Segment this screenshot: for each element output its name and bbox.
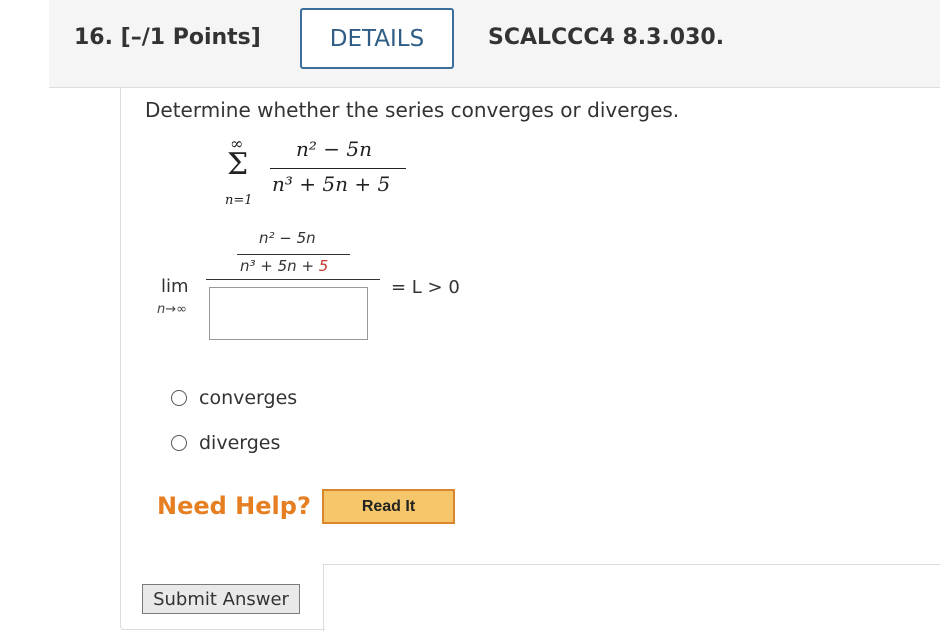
- question-number: 16. [–/1 Points]: [74, 25, 261, 50]
- points-label: [–/1 Points]: [120, 25, 261, 50]
- limit-main-fraction-bar: [206, 279, 380, 280]
- limit-inner-denominator: n³ + 5n + 5: [240, 257, 328, 275]
- radio-icon[interactable]: [171, 435, 187, 451]
- need-help-label: Need Help?: [157, 492, 311, 520]
- question-body-border: [120, 88, 325, 630]
- option-converges[interactable]: converges: [171, 387, 297, 409]
- limit-subscript: n→∞: [157, 302, 187, 317]
- series-numerator: n² − 5n: [296, 137, 372, 161]
- inner-denominator-constant: 5: [318, 257, 329, 275]
- limit-answer-input[interactable]: [209, 287, 368, 340]
- limit-inner-numerator: n² − 5n: [259, 229, 316, 247]
- details-button[interactable]: DETAILS: [300, 8, 454, 69]
- limit-inner-fraction-bar: [237, 254, 350, 255]
- series-lower-limit: n=1: [225, 193, 253, 208]
- option-label: converges: [199, 387, 298, 409]
- question-prompt: Determine whether the series converges o…: [145, 98, 680, 122]
- sigma-symbol: Σ: [227, 147, 249, 182]
- read-it-button[interactable]: Read It: [322, 489, 455, 524]
- option-label: diverges: [199, 432, 281, 454]
- question-body-border-extension: [323, 564, 940, 631]
- series-fraction-bar: [270, 168, 406, 169]
- question-header: 16. [–/1 Points] DETAILS SCALCCC4 8.3.03…: [49, 0, 940, 88]
- series-denominator: n³ + 5n + 5: [272, 172, 391, 196]
- limit-word: lim: [161, 276, 189, 297]
- limit-condition: = L > 0: [391, 277, 460, 298]
- question-number-text: 16.: [74, 25, 113, 50]
- submit-answer-button[interactable]: Submit Answer: [142, 584, 300, 614]
- problem-code: SCALCCC4 8.3.030.: [488, 25, 725, 50]
- radio-icon[interactable]: [171, 390, 187, 406]
- inner-denominator-part: n³ + 5n +: [240, 257, 319, 275]
- option-diverges[interactable]: diverges: [171, 432, 280, 454]
